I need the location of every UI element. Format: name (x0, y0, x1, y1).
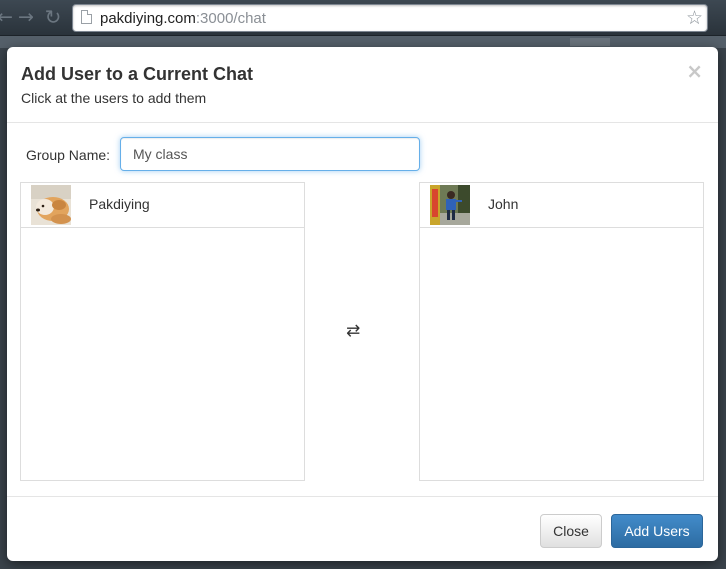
user-row-john[interactable]: John (420, 183, 703, 228)
modal-header: Add User to a Current Chat Click at the … (7, 47, 718, 123)
page-icon (81, 10, 92, 24)
url-host: pakdiying.com (100, 10, 196, 27)
modal-subtitle: Click at the users to add them (21, 90, 207, 106)
url-text[interactable]: pakdiying.com:3000/chat (100, 10, 266, 27)
dog-photo-avatar (31, 185, 71, 225)
address-bar[interactable]: pakdiying.com:3000/chat ☆ (72, 4, 708, 32)
reload-icon[interactable]: ↻ (42, 6, 64, 28)
user-name: John (488, 196, 519, 212)
user-name: Pakdiying (89, 196, 150, 212)
modal-footer: Close Add Users (7, 496, 718, 561)
close-icon[interactable]: × (686, 59, 703, 83)
selected-users-list: John (419, 182, 704, 481)
browser-toolbar: ← → ↻ pakdiying.com:3000/chat ☆ (0, 0, 726, 36)
add-users-button[interactable]: Add Users (611, 514, 703, 548)
group-name-input[interactable] (120, 137, 420, 171)
available-users-list: Pakdiying (20, 182, 305, 481)
forward-arrow-icon[interactable]: → (15, 6, 37, 28)
add-user-modal: Add User to a Current Chat Click at the … (7, 47, 718, 561)
user-row-pakdiying[interactable]: Pakdiying (21, 183, 304, 228)
person-photo-avatar (430, 185, 470, 225)
close-button[interactable]: Close (540, 514, 602, 548)
back-arrow-icon[interactable]: ← (0, 6, 16, 28)
star-icon[interactable]: ☆ (686, 6, 703, 30)
swap-arrows-icon: ⇄ (346, 321, 361, 341)
group-name-label: Group Name: (26, 147, 111, 163)
url-path: :3000/chat (195, 10, 266, 27)
page-header-element (570, 38, 610, 46)
modal-title: Add User to a Current Chat (21, 64, 254, 84)
